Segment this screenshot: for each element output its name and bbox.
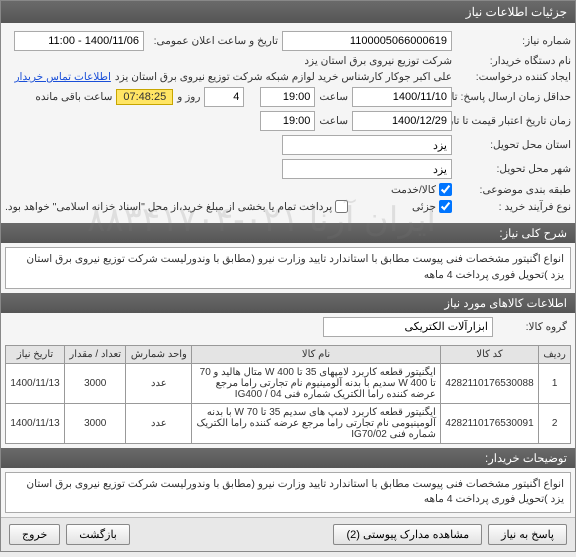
exit-button[interactable]: خروج [9,524,60,545]
footer: پاسخ به نیاز مشاهده مدارک پیوستی (2) باز… [1,517,575,551]
purchase-proc-label: نوع فرآیند خرید : [456,201,571,213]
cell-unit: عدد [126,363,192,403]
countdown-timer: 07:48:25 [116,89,173,105]
need-no-label: شماره نیاز: [456,35,571,47]
table-header-row: ردیف کد کالا نام کالا واحد شمارش تعداد /… [6,345,571,363]
deadline-time-field[interactable] [260,87,315,107]
expiry-label: زمان تاریخ اعتبار قیمت تا تاریخ: [456,115,571,127]
col-qty: تعداد / مقدار [65,345,126,363]
dialog-window: جزئیات اطلاعات نیاز شماره نیاز: تاریخ و … [0,0,576,552]
section-buyer-notes-head: توضیحات خریدار: [1,448,575,468]
col-idx: ردیف [539,345,571,363]
goods-checkbox[interactable] [439,183,452,196]
table-row[interactable]: 14282110176530088ایگنیتور قطعه کاربرد لا… [6,363,571,403]
col-date: تاریخ نیاز [6,345,65,363]
buyer-org-label: نام دستگاه خریدار: [456,55,571,67]
items-table: ردیف کد کالا نام کالا واحد شمارش تعداد /… [5,345,571,444]
deadline-date-field[interactable] [352,87,452,107]
cell-unit: عدد [126,403,192,443]
col-code: کد کالا [440,345,538,363]
expiry-date-field[interactable] [352,111,452,131]
cell-code: 4282110176530091 [440,403,538,443]
province-label: استان محل تحویل: [456,139,571,151]
pay-note: پرداخت تمام یا بخشی از مبلغ خرید،از محل … [5,201,332,213]
need-no-field[interactable] [282,31,452,51]
reply-button[interactable]: پاسخ به نیاز [488,524,567,545]
group-label: گروه کالا: [497,321,567,333]
section-items-head: اطلاعات کالاهای مورد نیاز [1,293,575,313]
days-word: روز و [177,91,200,103]
city-label: شهر محل تحویل: [456,163,571,175]
requester-label: ایجاد کننده درخواست: [456,71,571,83]
buyer-org-value: شرکت توزیع نیروی برق استان یزد [304,55,452,67]
cell-qty: 3000 [65,363,126,403]
view-attachments-button[interactable]: مشاهده مدارک پیوستی (2) [333,524,482,545]
general-desc: انواع اگنیتور مشخصات فنی پیوست مطابق با … [5,247,571,289]
classification-label: طبقه بندی موضوعی: [456,184,571,196]
section-general-head: شرح کلی نیاز: [1,223,575,243]
group-field[interactable] [323,317,493,337]
contact-link[interactable]: اطلاعات تماس خریدار [14,71,110,83]
cell-idx: 2 [539,403,571,443]
table-row[interactable]: 24282110176530091ایگنیتور قطعه کاربرد لا… [6,403,571,443]
partial-checkbox-label: جزئی [412,201,436,213]
col-name: نام کالا [192,345,441,363]
form-area: شماره نیاز: تاریخ و ساعت اعلان عمومی: نا… [1,23,575,221]
cell-code: 4282110176530088 [440,363,538,403]
time-word-2: ساعت [319,115,348,127]
col-unit: واحد شمارش [126,345,192,363]
requester-value: علی اکبر جوکار کارشناس خرید لوازم شبکه ش… [115,71,452,83]
cell-name: ایگنیتور قطعه کاربرد لامپهای 35 تا W 400… [192,363,441,403]
expiry-time-field[interactable] [260,111,315,131]
cell-date: 1400/11/13 [6,403,65,443]
cell-idx: 1 [539,363,571,403]
days-field[interactable] [204,87,244,107]
buyer-notes: انواع اگنیتور مشخصات فنی پیوست مطابق با … [5,472,571,514]
time-word-1: ساعت [319,91,348,103]
partial-checkbox[interactable] [439,200,452,213]
back-button[interactable]: بازگشت [66,524,130,545]
announce-dt-label: تاریخ و ساعت اعلان عمومی: [148,35,278,47]
titlebar: جزئیات اطلاعات نیاز [1,1,575,23]
province-field[interactable] [282,135,452,155]
cell-qty: 3000 [65,403,126,443]
goods-checkbox-label: کالا/خدمت [391,184,436,196]
announce-dt-field[interactable] [14,31,144,51]
cell-date: 1400/11/13 [6,363,65,403]
city-field[interactable] [282,159,452,179]
deadline-label: حداقل زمان ارسال پاسخ: تا تاریخ: [456,91,571,103]
treasury-checkbox[interactable] [335,200,348,213]
remaining-word: ساعت باقی مانده [35,91,112,103]
cell-name: ایگنیتور قطعه کاربرد لامپ های سدیم 35 تا… [192,403,441,443]
